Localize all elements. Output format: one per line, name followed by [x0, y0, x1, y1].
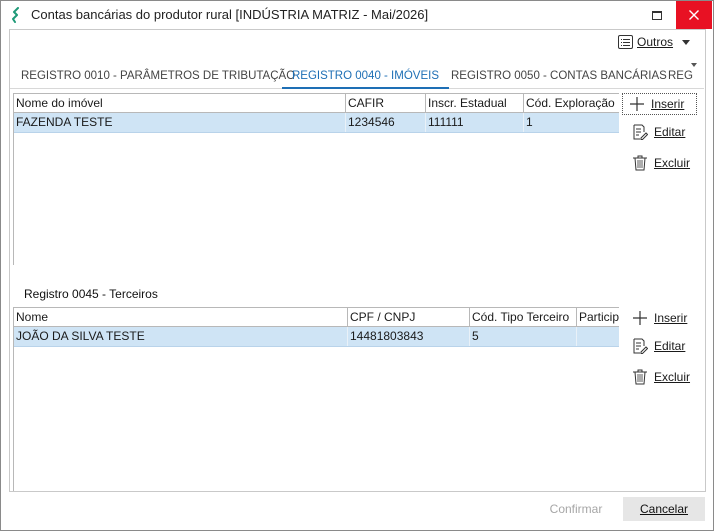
confirmar-button[interactable]: Confirmar: [535, 497, 617, 521]
cell-inscr-estadual: 111111: [426, 113, 524, 132]
cell-nome: JOÃO DA SILVA TESTE: [14, 327, 348, 346]
tab-registro-more[interactable]: REG: [668, 63, 693, 89]
edit-document-icon: [633, 124, 648, 140]
imoveis-inserir-button[interactable]: Inserir: [622, 93, 697, 115]
excluir-label: Excluir: [654, 370, 691, 384]
dialog-window: Contas bancárias do produtor rural [INDÚ…: [0, 0, 714, 531]
trash-icon: [633, 155, 647, 171]
inserir-label: Inserir: [654, 311, 688, 325]
cancelar-button[interactable]: Cancelar: [623, 497, 705, 521]
column-header-nome[interactable]: Nome: [14, 308, 348, 327]
list-menu-icon: [618, 35, 633, 49]
title-bar: Contas bancárias do produtor rural [INDÚ…: [1, 1, 713, 29]
tab-registro-0040[interactable]: REGISTRO 0040 - IMÓVEIS: [282, 63, 449, 89]
outros-menu-button[interactable]: Outros: [618, 31, 704, 53]
editar-label: Editar: [654, 125, 686, 139]
imoveis-grid: Nome do imóvel CAFIR Inscr. Estadual Cód…: [13, 93, 619, 265]
table-row[interactable]: FAZENDA TESTE 1234546 111111 1: [14, 113, 619, 133]
tab-scroll-icon[interactable]: [691, 63, 697, 67]
edit-document-icon: [633, 338, 648, 354]
terceiros-excluir-button[interactable]: Excluir: [626, 366, 696, 388]
minimize-icon: [652, 11, 662, 20]
editar-label: Editar: [654, 339, 686, 353]
cell-cpf-cnpj: 14481803843: [348, 327, 470, 346]
app-logo-icon: [12, 7, 19, 23]
outros-label: Outros: [637, 35, 674, 49]
tab-registro-0010[interactable]: REGISTRO 0010 - PARÂMETROS DE TRIBUTAÇÃO: [21, 63, 295, 89]
column-header-cod-exploracao[interactable]: Cód. Exploração: [524, 94, 620, 113]
footer-divider: [9, 491, 706, 492]
chevron-down-icon: [682, 39, 691, 45]
table-row[interactable]: JOÃO DA SILVA TESTE 14481803843 5: [14, 327, 619, 347]
imoveis-editar-button[interactable]: Editar: [626, 121, 696, 143]
imoveis-excluir-button[interactable]: Excluir: [626, 152, 696, 174]
minimize-button[interactable]: [641, 1, 677, 29]
column-header-cafir[interactable]: CAFIR: [346, 94, 426, 113]
close-icon: [689, 10, 699, 20]
column-header-participacao[interactable]: Particip: [577, 308, 620, 327]
terceiros-inserir-button[interactable]: Inserir: [626, 307, 696, 329]
cell-nome-imovel: FAZENDA TESTE: [14, 113, 346, 132]
cell-cod-exploracao: 1: [526, 115, 533, 129]
column-header-cod-tipo-terceiro[interactable]: Cód. Tipo Terceiro: [470, 308, 577, 327]
cell-participacao: [577, 327, 620, 346]
tab-registro-0050[interactable]: REGISTRO 0050 - CONTAS BANCÁRIAS: [451, 63, 667, 89]
terceiros-section-label: Registro 0045 - Terceiros: [24, 287, 158, 301]
excluir-label: Excluir: [654, 156, 691, 170]
column-header-cpf-cnpj[interactable]: CPF / CNPJ: [348, 308, 470, 327]
tab-strip: REGISTRO 0010 - PARÂMETROS DE TRIBUTAÇÃO…: [10, 63, 704, 89]
column-header-nome-imovel[interactable]: Nome do imóvel: [14, 94, 346, 113]
imoveis-grid-header: Nome do imóvel CAFIR Inscr. Estadual Cód…: [14, 94, 619, 113]
trash-icon: [633, 369, 647, 385]
terceiros-editar-button[interactable]: Editar: [626, 335, 696, 357]
plus-icon: [630, 97, 644, 111]
cell-cafir: 1234546: [346, 113, 426, 132]
plus-icon: [633, 311, 647, 325]
close-button[interactable]: [676, 1, 712, 29]
column-header-inscr-estadual[interactable]: Inscr. Estadual: [426, 94, 524, 113]
inserir-label: Inserir: [651, 97, 685, 111]
terceiros-grid-header: Nome CPF / CNPJ Cód. Tipo Terceiro Parti…: [14, 308, 619, 327]
window-title: Contas bancárias do produtor rural [INDÚ…: [31, 7, 429, 22]
terceiros-grid: Nome CPF / CNPJ Cód. Tipo Terceiro Parti…: [13, 307, 619, 491]
cell-cod-tipo-terceiro: 5: [470, 327, 577, 346]
